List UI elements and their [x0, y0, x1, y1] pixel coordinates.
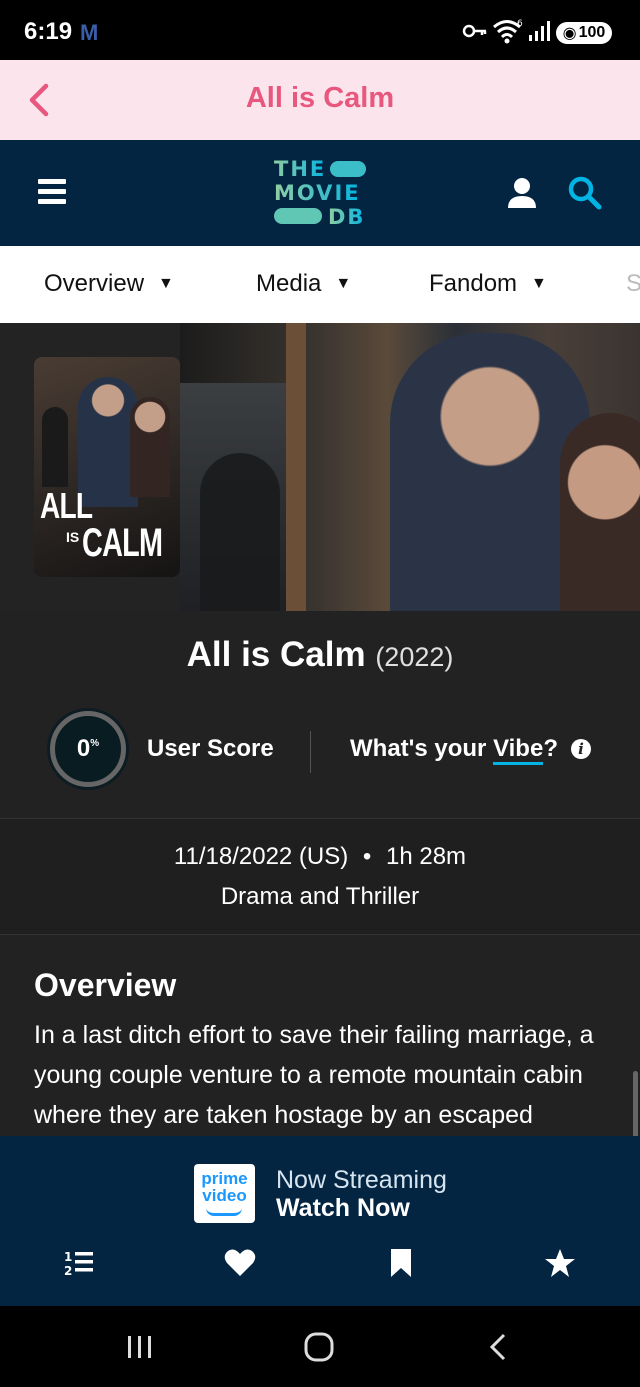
battery-level: 100 — [578, 24, 606, 41]
backdrop-actor-woman — [560, 413, 640, 611]
movie-info: All is Calm (2022) 0% User Score What's … — [0, 611, 640, 1271]
user-score-ring[interactable]: 0% — [50, 711, 126, 787]
runtime: 1h 28m — [386, 843, 467, 870]
svg-text:2: 2 — [64, 1264, 72, 1278]
user-score-label[interactable]: User Score — [147, 735, 274, 763]
movie-title-text: All is Calm — [186, 635, 366, 674]
poster-silhouette — [42, 407, 68, 487]
genres: Drama and Thriller — [220, 883, 420, 910]
vibe-prefix: What's your — [350, 735, 494, 762]
info-icon[interactable]: i — [571, 739, 591, 759]
tab-overview-label: Overview — [44, 270, 145, 297]
vpn-key-icon — [462, 24, 487, 38]
now-streaming-label[interactable]: Now Streaming — [276, 1166, 447, 1195]
hamburger-menu-icon[interactable] — [38, 179, 66, 205]
rate-star-icon[interactable] — [544, 1248, 576, 1278]
add-to-list-icon[interactable]: 1 2 — [64, 1248, 96, 1278]
tab-media[interactable]: Media ▼ — [256, 270, 351, 298]
svg-text:1: 1 — [64, 1250, 72, 1264]
system-nav-bar — [0, 1306, 640, 1387]
backdrop-silhouette — [200, 453, 280, 611]
svg-text:DB: DB — [328, 205, 365, 229]
battery-indicator: ◉ 100 — [556, 22, 612, 44]
user-score-value: 0 — [76, 735, 91, 762]
tmdb-logo[interactable]: THE MOVIE DB — [274, 156, 368, 230]
caret-down-icon: ▼ — [531, 275, 547, 292]
release-runtime: 11/18/2022 (US) • 1h 28m — [0, 843, 640, 871]
overview-heading: Overview — [34, 967, 177, 1003]
backdrop-wall — [286, 323, 306, 611]
caret-down-icon: ▼ — [158, 275, 174, 292]
prime-logo-line1: prime — [201, 1169, 248, 1188]
vibe-word: Vibe — [493, 735, 544, 765]
watch-now-link[interactable]: Watch Now — [276, 1194, 410, 1223]
tab-share-label: S — [626, 270, 640, 297]
poster-title-line2: CALM — [82, 521, 163, 565]
tab-media-label: Media — [256, 270, 322, 297]
prime-video-logo[interactable]: prime video — [194, 1164, 255, 1223]
svg-text:6: 6 — [517, 19, 523, 29]
tab-share[interactable]: S — [626, 270, 640, 298]
movie-poster[interactable]: ALL IS CALM — [34, 357, 180, 577]
favorite-heart-icon[interactable] — [224, 1248, 256, 1278]
tab-fandom[interactable]: Fandom ▼ — [429, 270, 547, 298]
back-nav-icon[interactable] — [486, 1332, 510, 1362]
bullet-separator: • — [362, 843, 372, 870]
home-icon[interactable] — [303, 1331, 335, 1363]
signal-icon — [529, 21, 550, 41]
tab-fandom-label: Fandom — [429, 270, 518, 297]
movie-hero: ALL IS CALM — [0, 323, 640, 611]
watchlist-bookmark-icon[interactable] — [388, 1248, 414, 1278]
section-tabs: Overview ▼ Media ▼ Fandom ▼ S — [0, 246, 640, 323]
vibe-suffix: ? — [543, 735, 558, 762]
prime-smile-icon — [206, 1208, 242, 1216]
svg-text:MOVIE: MOVIE — [274, 181, 361, 205]
battery-shield-icon: ◉ — [562, 25, 577, 42]
vibe-link[interactable]: What's your Vibe? — [350, 735, 558, 765]
app-title-bar: All is Calm — [0, 60, 640, 140]
overview-text: In a last ditch effort to save their fai… — [34, 1021, 594, 1129]
tab-overview[interactable]: Overview ▼ — [44, 270, 174, 298]
poster-title-is: IS — [66, 529, 80, 545]
caret-down-icon: ▼ — [335, 275, 352, 292]
streaming-bar: prime video Now Streaming Watch Now 1 2 — [0, 1136, 640, 1306]
site-header: THE MOVIE DB — [0, 140, 640, 246]
svg-text:THE: THE — [274, 157, 326, 181]
user-score-unit: % — [90, 737, 100, 749]
search-icon[interactable] — [568, 176, 602, 210]
status-bar: 6:19 M 6 ◉ 100 — [0, 0, 640, 60]
poster-actor-woman — [130, 397, 170, 497]
recent-apps-icon[interactable] — [126, 1334, 154, 1360]
release-date: 11/18/2022 (US) — [173, 843, 349, 870]
status-time: 6:19 — [24, 18, 73, 45]
wifi-icon: 6 — [493, 19, 523, 44]
movie-year: (2022) — [375, 642, 454, 672]
movie-title: All is Calm (2022) — [0, 635, 640, 675]
divider — [310, 731, 311, 773]
user-profile-icon[interactable] — [506, 176, 538, 210]
movie-facts: 11/18/2022 (US) • 1h 28m Drama and Thril… — [0, 818, 640, 935]
gmail-notification-icon: M — [80, 20, 99, 45]
prime-logo-line2: video — [202, 1186, 247, 1205]
page-title: All is Calm — [245, 82, 395, 114]
